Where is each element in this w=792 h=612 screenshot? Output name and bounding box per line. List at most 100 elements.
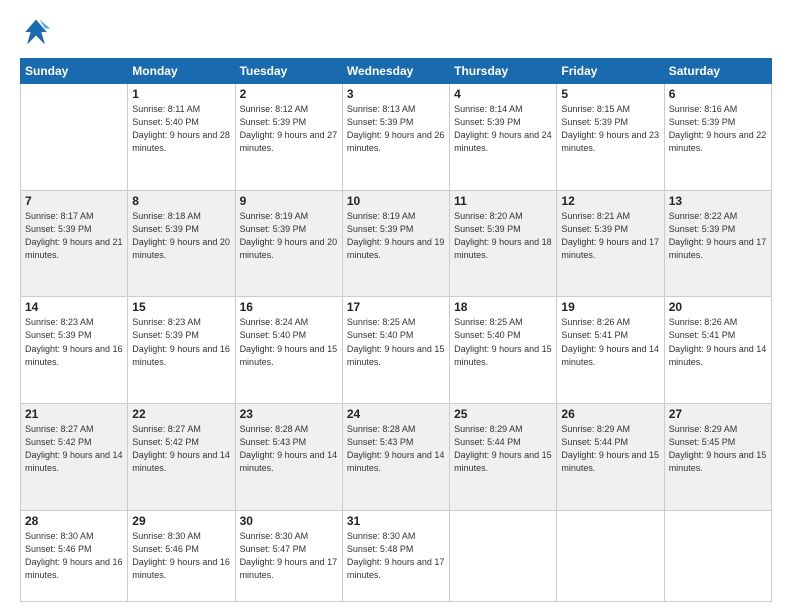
day-number: 14 [25,300,123,314]
day-info: Sunrise: 8:15 AM Sunset: 5:39 PM Dayligh… [561,103,659,155]
day-number: 31 [347,514,445,528]
calendar-cell: 8Sunrise: 8:18 AM Sunset: 5:39 PM Daylig… [128,190,235,297]
weekday-header-tuesday: Tuesday [235,59,342,84]
calendar-cell: 15Sunrise: 8:23 AM Sunset: 5:39 PM Dayli… [128,297,235,404]
day-info: Sunrise: 8:28 AM Sunset: 5:43 PM Dayligh… [347,423,445,475]
weekday-header-saturday: Saturday [664,59,771,84]
day-info: Sunrise: 8:27 AM Sunset: 5:42 PM Dayligh… [25,423,123,475]
calendar-cell: 24 Sunrise: 8:28 AM Sunset: 5:43 PM Dayli… [342,404,449,511]
day-info: Sunrise: 8:25 AM Sunset: 5:40 PM Dayligh… [347,316,445,368]
calendar-week-row: 21Sunrise: 8:27 AM Sunset: 5:42 PM Dayli… [21,404,772,511]
day-info: Sunrise: 8:12 AM Sunset: 5:39 PM Dayligh… [240,103,338,155]
calendar-week-row: 7 Sunrise: 8:17 AM Sunset: 5:39 PM Daylig… [21,190,772,297]
calendar-cell: 1 Sunrise: 8:11 AM Sunset: 5:40 PM Daylig… [128,84,235,191]
calendar-cell: 11Sunrise: 8:20 AM Sunset: 5:39 PM Dayli… [450,190,557,297]
weekday-header-row: SundayMondayTuesdayWednesdayThursdayFrid… [21,59,772,84]
day-number: 9 [240,194,338,208]
calendar-cell [450,510,557,601]
day-info: Sunrise: 8:19 AM Sunset: 5:39 PM Dayligh… [240,210,338,262]
calendar-cell: 6 Sunrise: 8:16 AM Sunset: 5:39 PM Daylig… [664,84,771,191]
day-info: Sunrise: 8:26 AM Sunset: 5:41 PM Dayligh… [669,316,767,368]
calendar-cell: 23Sunrise: 8:28 AM Sunset: 5:43 PM Dayli… [235,404,342,511]
day-info: Sunrise: 8:21 AM Sunset: 5:39 PM Dayligh… [561,210,659,262]
day-info: Sunrise: 8:29 AM Sunset: 5:45 PM Dayligh… [669,423,767,475]
day-info: Sunrise: 8:26 AM Sunset: 5:41 PM Dayligh… [561,316,659,368]
day-info: Sunrise: 8:24 AM Sunset: 5:40 PM Dayligh… [240,316,338,368]
calendar-cell: 19 Sunrise: 8:26 AM Sunset: 5:41 PM Dayli… [557,297,664,404]
calendar-cell [21,84,128,191]
day-number: 16 [240,300,338,314]
calendar-cell: 27 Sunrise: 8:29 AM Sunset: 5:45 PM Dayli… [664,404,771,511]
calendar-cell: 2 Sunrise: 8:12 AM Sunset: 5:39 PM Daylig… [235,84,342,191]
calendar-week-row: 28 Sunrise: 8:30 AM Sunset: 5:46 PM Dayli… [21,510,772,601]
day-number: 2 [240,87,338,101]
day-number: 18 [454,300,552,314]
day-info: Sunrise: 8:14 AM Sunset: 5:39 PM Dayligh… [454,103,552,155]
calendar-cell: 10 Sunrise: 8:19 AM Sunset: 5:39 PM Dayli… [342,190,449,297]
day-info: Sunrise: 8:29 AM Sunset: 5:44 PM Dayligh… [454,423,552,475]
calendar-cell: 25 Sunrise: 8:29 AM Sunset: 5:44 PM Dayli… [450,404,557,511]
day-number: 30 [240,514,338,528]
day-info: Sunrise: 8:17 AM Sunset: 5:39 PM Dayligh… [25,210,123,262]
calendar-cell: 16 Sunrise: 8:24 AM Sunset: 5:40 PM Dayli… [235,297,342,404]
day-number: 5 [561,87,659,101]
day-number: 15 [132,300,230,314]
calendar-cell: 26Sunrise: 8:29 AM Sunset: 5:44 PM Dayli… [557,404,664,511]
calendar-cell: 29 Sunrise: 8:30 AM Sunset: 5:46 PM Dayli… [128,510,235,601]
day-number: 29 [132,514,230,528]
calendar-cell: 31 Sunrise: 8:30 AM Sunset: 5:48 PM Dayli… [342,510,449,601]
day-number: 10 [347,194,445,208]
day-info: Sunrise: 8:30 AM Sunset: 5:46 PM Dayligh… [132,530,230,582]
calendar-cell: 21Sunrise: 8:27 AM Sunset: 5:42 PM Dayli… [21,404,128,511]
calendar-cell: 22 Sunrise: 8:27 AM Sunset: 5:42 PM Dayli… [128,404,235,511]
day-info: Sunrise: 8:29 AM Sunset: 5:44 PM Dayligh… [561,423,659,475]
calendar-cell: 30Sunrise: 8:30 AM Sunset: 5:47 PM Dayli… [235,510,342,601]
day-number: 17 [347,300,445,314]
day-number: 25 [454,407,552,421]
weekday-header-monday: Monday [128,59,235,84]
calendar-week-row: 14 Sunrise: 8:23 AM Sunset: 5:39 PM Dayli… [21,297,772,404]
weekday-header-wednesday: Wednesday [342,59,449,84]
page: SundayMondayTuesdayWednesdayThursdayFrid… [0,0,792,612]
day-number: 3 [347,87,445,101]
day-number: 1 [132,87,230,101]
calendar-cell: 4 Sunrise: 8:14 AM Sunset: 5:39 PM Daylig… [450,84,557,191]
day-number: 20 [669,300,767,314]
weekday-header-friday: Friday [557,59,664,84]
calendar-cell [664,510,771,601]
day-info: Sunrise: 8:19 AM Sunset: 5:39 PM Dayligh… [347,210,445,262]
weekday-header-thursday: Thursday [450,59,557,84]
day-info: Sunrise: 8:11 AM Sunset: 5:40 PM Dayligh… [132,103,230,155]
calendar-cell: 18Sunrise: 8:25 AM Sunset: 5:40 PM Dayli… [450,297,557,404]
calendar-cell: 17 Sunrise: 8:25 AM Sunset: 5:40 PM Dayli… [342,297,449,404]
day-number: 11 [454,194,552,208]
calendar-cell: 14 Sunrise: 8:23 AM Sunset: 5:39 PM Dayli… [21,297,128,404]
calendar-cell: 5 Sunrise: 8:15 AM Sunset: 5:39 PM Daylig… [557,84,664,191]
day-info: Sunrise: 8:22 AM Sunset: 5:39 PM Dayligh… [669,210,767,262]
day-number: 28 [25,514,123,528]
calendar-table: SundayMondayTuesdayWednesdayThursdayFrid… [20,58,772,602]
day-number: 22 [132,407,230,421]
logo [20,16,56,48]
calendar-cell: 28 Sunrise: 8:30 AM Sunset: 5:46 PM Dayli… [21,510,128,601]
calendar-cell: 20 Sunrise: 8:26 AM Sunset: 5:41 PM Dayli… [664,297,771,404]
day-number: 27 [669,407,767,421]
day-info: Sunrise: 8:16 AM Sunset: 5:39 PM Dayligh… [669,103,767,155]
calendar-cell: 12 Sunrise: 8:21 AM Sunset: 5:39 PM Dayli… [557,190,664,297]
day-info: Sunrise: 8:30 AM Sunset: 5:46 PM Dayligh… [25,530,123,582]
day-info: Sunrise: 8:23 AM Sunset: 5:39 PM Dayligh… [25,316,123,368]
day-number: 6 [669,87,767,101]
day-info: Sunrise: 8:27 AM Sunset: 5:42 PM Dayligh… [132,423,230,475]
day-info: Sunrise: 8:30 AM Sunset: 5:48 PM Dayligh… [347,530,445,582]
day-number: 7 [25,194,123,208]
day-number: 23 [240,407,338,421]
header [20,16,772,48]
calendar-cell [557,510,664,601]
day-number: 12 [561,194,659,208]
day-number: 24 [347,407,445,421]
day-number: 13 [669,194,767,208]
day-number: 8 [132,194,230,208]
day-info: Sunrise: 8:13 AM Sunset: 5:39 PM Dayligh… [347,103,445,155]
day-number: 19 [561,300,659,314]
day-number: 4 [454,87,552,101]
